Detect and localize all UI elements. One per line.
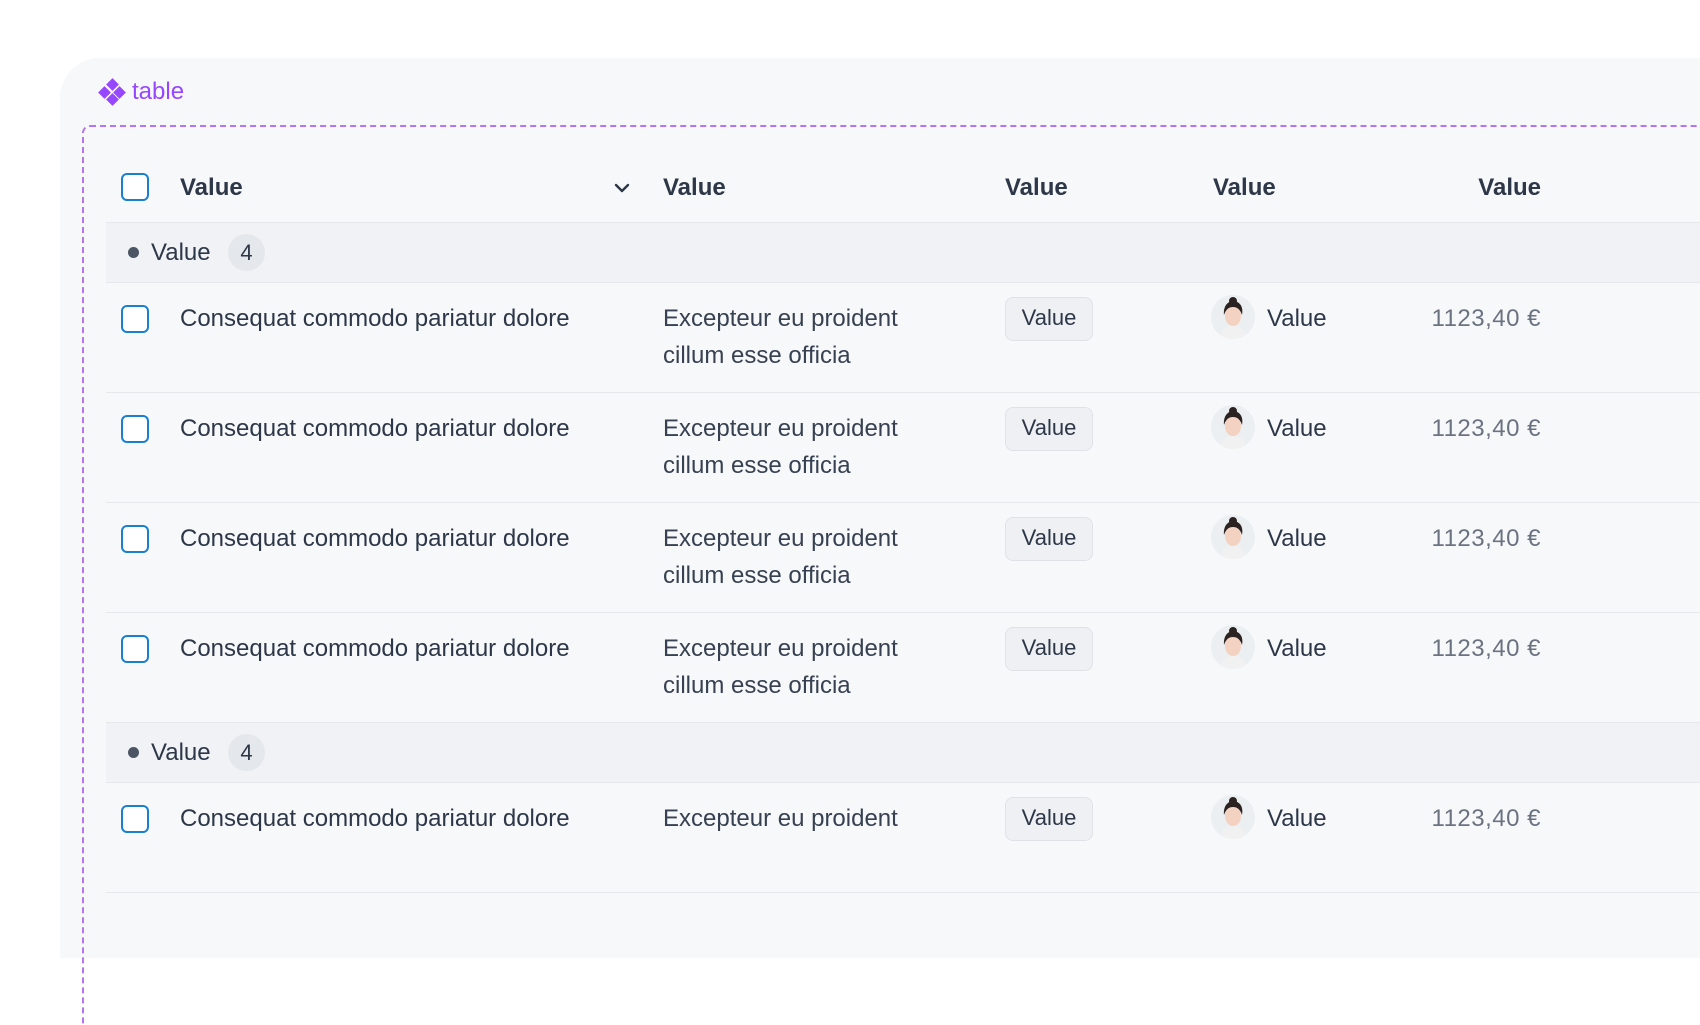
row-checkbox[interactable]	[121, 805, 149, 833]
group-row[interactable]: Value 4	[106, 723, 1700, 783]
table-row[interactable]: Consequat commodo pariatur dolore Except…	[106, 503, 1700, 613]
row-amount: 1123,40 €	[1431, 305, 1541, 332]
avatar	[1211, 795, 1255, 839]
row-name: Consequat commodo pariatur dolore	[180, 415, 570, 442]
component-diamond-icon	[98, 78, 126, 106]
status-tag: Value	[1005, 407, 1093, 451]
component-label-text: table	[132, 78, 185, 105]
column-header-4[interactable]: Value	[1213, 169, 1276, 206]
row-amount: 1123,40 €	[1431, 805, 1541, 832]
group-count-badge: 4	[228, 234, 265, 271]
row-description: Excepteur eu proident cillum esse officia	[663, 635, 898, 699]
row-person: Value	[1267, 415, 1327, 442]
chevron-down-icon[interactable]	[613, 179, 631, 197]
status-tag: Value	[1005, 517, 1093, 561]
group-row[interactable]: Value 4	[106, 223, 1700, 283]
row-checkbox[interactable]	[121, 525, 149, 553]
row-checkbox[interactable]	[121, 635, 149, 663]
column-header-3[interactable]: Value	[1005, 169, 1068, 206]
avatar	[1211, 625, 1255, 669]
row-name: Consequat commodo pariatur dolore	[180, 635, 570, 662]
status-tag: Value	[1005, 297, 1093, 341]
avatar	[1211, 515, 1255, 559]
row-checkbox[interactable]	[121, 415, 149, 443]
row-description: Excepteur eu proident cillum esse officia	[663, 415, 898, 479]
group-bullet-icon	[128, 247, 139, 258]
row-description: Excepteur eu proident cillum esse officia	[663, 305, 898, 369]
table-row[interactable]: Consequat commodo pariatur dolore Except…	[106, 783, 1700, 893]
table-row[interactable]: Consequat commodo pariatur dolore Except…	[106, 283, 1700, 393]
row-description: Excepteur eu proident	[663, 805, 898, 832]
column-header-2[interactable]: Value	[663, 169, 726, 206]
group-label: Value	[151, 739, 211, 766]
group-bullet-icon	[128, 747, 139, 758]
row-description: Excepteur eu proident cillum esse officia	[663, 525, 898, 589]
data-table: Value Value Value Value Value Value 4 Co…	[106, 152, 1700, 893]
row-amount: 1123,40 €	[1431, 415, 1541, 442]
row-person: Value	[1267, 635, 1327, 662]
avatar	[1211, 405, 1255, 449]
column-header-5[interactable]: Value	[1423, 169, 1541, 206]
group-label: Value	[151, 239, 211, 266]
row-person: Value	[1267, 525, 1327, 552]
status-tag: Value	[1005, 627, 1093, 671]
row-name: Consequat commodo pariatur dolore	[180, 525, 570, 552]
row-person: Value	[1267, 305, 1327, 332]
status-tag: Value	[1005, 797, 1093, 841]
group-count-badge: 4	[228, 734, 265, 771]
table-row[interactable]: Consequat commodo pariatur dolore Except…	[106, 613, 1700, 723]
row-name: Consequat commodo pariatur dolore	[180, 305, 570, 332]
avatar	[1211, 295, 1255, 339]
table-header-row: Value Value Value Value Value	[106, 152, 1700, 223]
row-name: Consequat commodo pariatur dolore	[180, 805, 570, 832]
row-amount: 1123,40 €	[1431, 525, 1541, 552]
column-header-1[interactable]: Value	[180, 169, 243, 206]
select-all-checkbox[interactable]	[121, 173, 149, 201]
row-checkbox[interactable]	[121, 305, 149, 333]
row-amount: 1123,40 €	[1431, 635, 1541, 662]
row-person: Value	[1267, 805, 1327, 832]
table-row[interactable]: Consequat commodo pariatur dolore Except…	[106, 393, 1700, 503]
component-label: table	[98, 78, 185, 106]
